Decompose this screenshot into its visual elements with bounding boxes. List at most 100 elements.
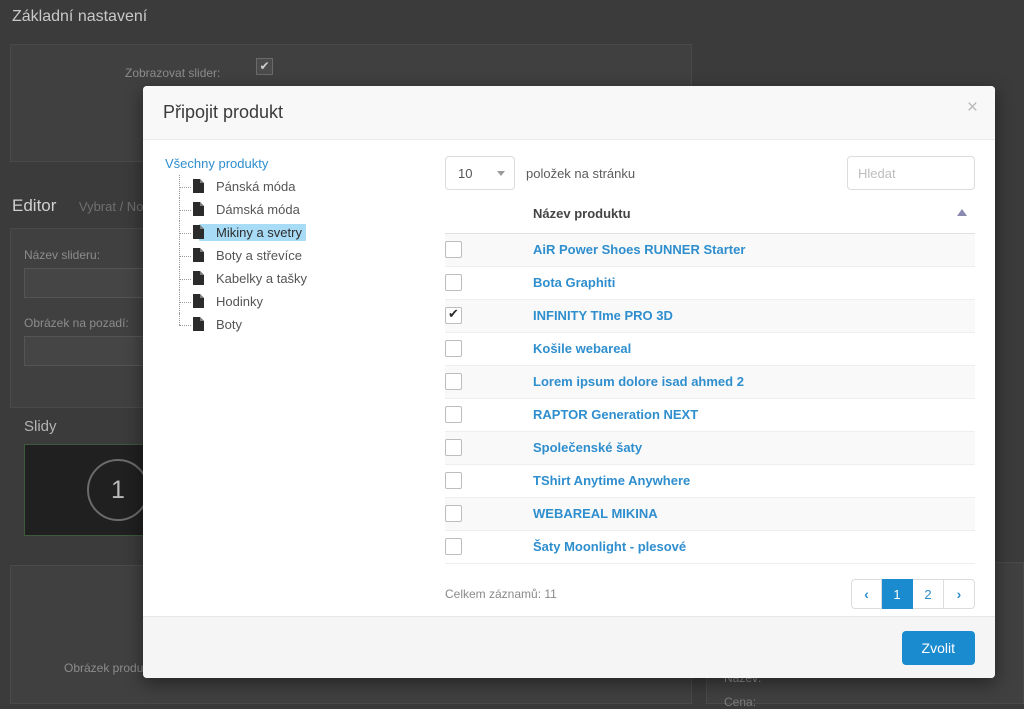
document-icon: [193, 317, 204, 331]
product-name-link[interactable]: TShirt Anytime Anywhere: [533, 473, 690, 488]
row-checkbox[interactable]: [445, 439, 462, 456]
row-checkbox-cell: [445, 498, 533, 531]
tree-item-label: Kabelky a tašky: [199, 271, 307, 286]
row-checkbox[interactable]: [445, 340, 462, 357]
row-checkbox[interactable]: [445, 538, 462, 555]
tree-item-label: Hodinky: [199, 294, 263, 309]
table-row[interactable]: RAPTOR Generation NEXT: [445, 399, 975, 432]
row-checkbox[interactable]: [445, 241, 462, 258]
row-name-cell: WEBAREAL MIKINA: [533, 498, 975, 531]
sort-ascending-icon[interactable]: [957, 209, 967, 216]
product-name-link[interactable]: Bota Graphiti: [533, 275, 615, 290]
row-checkbox-cell: [445, 531, 533, 564]
column-header-product-name[interactable]: Název produktu: [533, 206, 975, 234]
table-row[interactable]: Košile webareal: [445, 333, 975, 366]
table-row[interactable]: Bota Graphiti: [445, 267, 975, 300]
document-icon: [193, 271, 204, 285]
product-name-link[interactable]: RAPTOR Generation NEXT: [533, 407, 698, 422]
attach-product-dialog: Připojit produkt × Všechny produkty Páns…: [143, 86, 995, 678]
product-name-link[interactable]: Košile webareal: [533, 341, 631, 356]
tree-item-label: Boty a střevíce: [199, 248, 302, 263]
show-slider-checkbox[interactable]: ✔: [256, 58, 273, 75]
page-title: Základní nastavení: [12, 8, 147, 26]
tree-item[interactable]: Boty a střevíce: [173, 244, 445, 267]
editor-title: Editor: [12, 196, 56, 216]
table-row[interactable]: TShirt Anytime Anywhere: [445, 465, 975, 498]
slides-label: Slidy: [24, 418, 57, 435]
tree-item-label: Mikiny a svetry: [199, 224, 306, 241]
row-name-cell: Společenské šaty: [533, 432, 975, 465]
tree-list: Pánská móda Dámská móda Mikiny a svetry Bot…: [163, 175, 445, 336]
row-checkbox-cell: [445, 267, 533, 300]
document-icon: [193, 225, 204, 239]
dialog-header: Připojit produkt ×: [143, 86, 995, 140]
product-name-link[interactable]: WEBAREAL MIKINA: [533, 506, 658, 521]
product-list-pane: 10 položek na stránku Název produktu: [445, 154, 975, 616]
table-row[interactable]: Společenské šaty: [445, 432, 975, 465]
tree-root-all-products[interactable]: Všechny produkty: [163, 156, 445, 171]
product-table: Název produktu AiR Power Shoes RUNNER St…: [445, 206, 975, 564]
total-records-label: Celkem záznamů: 11: [445, 587, 557, 601]
table-row[interactable]: Šaty Moonlight - plesové: [445, 531, 975, 564]
close-icon[interactable]: ×: [967, 98, 978, 117]
tree-item-label: Dámská móda: [199, 202, 300, 217]
editor-select-new-link[interactable]: Vybrat / No: [79, 199, 144, 214]
row-checkbox[interactable]: [445, 373, 462, 390]
tree-item[interactable]: Pánská móda: [173, 175, 445, 198]
row-name-cell: Lorem ipsum dolore isad ahmed 2: [533, 366, 975, 399]
product-image-label: Obrázek produ: [64, 661, 143, 675]
row-checkbox[interactable]: [445, 472, 462, 489]
pagination-page[interactable]: 1: [882, 579, 913, 609]
per-page-select[interactable]: 10: [445, 156, 515, 190]
product-name-link[interactable]: AiR Power Shoes RUNNER Starter: [533, 242, 745, 257]
tree-item[interactable]: Mikiny a svetry: [173, 221, 445, 244]
search-input[interactable]: [847, 156, 975, 190]
table-row[interactable]: INFINITY TIme PRO 3D: [445, 300, 975, 333]
column-header-checkbox: [445, 206, 533, 234]
chevron-left-icon: ‹: [864, 586, 869, 602]
row-checkbox-cell: [445, 300, 533, 333]
tree-item[interactable]: Hodinky: [173, 290, 445, 313]
row-checkbox-cell: [445, 366, 533, 399]
editor-bar: Editor Vybrat / No: [12, 196, 143, 216]
dialog-footer: Zvolit: [143, 616, 995, 678]
list-footer: Celkem záznamů: 11 ‹ 12›: [445, 564, 975, 612]
tree-item[interactable]: Boty: [173, 313, 445, 336]
row-name-cell: AiR Power Shoes RUNNER Starter: [533, 234, 975, 267]
row-checkbox-cell: [445, 399, 533, 432]
table-row[interactable]: WEBAREAL MIKINA: [445, 498, 975, 531]
table-row[interactable]: Lorem ipsum dolore isad ahmed 2: [445, 366, 975, 399]
dialog-title: Připojit produkt: [163, 102, 283, 123]
product-name-link[interactable]: Šaty Moonlight - plesové: [533, 539, 686, 554]
row-checkbox[interactable]: [445, 307, 462, 324]
product-name-link[interactable]: INFINITY TIme PRO 3D: [533, 308, 673, 323]
pagination-prev[interactable]: ‹: [851, 579, 882, 609]
list-toolbar: 10 položek na stránku: [445, 154, 975, 192]
row-name-cell: INFINITY TIme PRO 3D: [533, 300, 975, 333]
product-name-link[interactable]: Společenské šaty: [533, 440, 642, 455]
background-image-label: Obrázek na pozadí:: [24, 316, 129, 330]
tree-item[interactable]: Kabelky a tašky: [173, 267, 445, 290]
pagination-page[interactable]: 2: [913, 579, 944, 609]
chevron-down-icon: [497, 171, 505, 176]
product-price-label: Cena:: [724, 695, 756, 709]
row-checkbox[interactable]: [445, 505, 462, 522]
product-table-body: AiR Power Shoes RUNNER Starter Bota Graph…: [445, 234, 975, 564]
row-checkbox[interactable]: [445, 274, 462, 291]
pagination-next[interactable]: ›: [944, 579, 975, 609]
pagination-page-label: 1: [893, 587, 900, 602]
row-name-cell: TShirt Anytime Anywhere: [533, 465, 975, 498]
tree-item-label: Boty: [199, 317, 242, 332]
document-icon: [193, 202, 204, 216]
product-name-link[interactable]: Lorem ipsum dolore isad ahmed 2: [533, 374, 744, 389]
document-icon: [193, 179, 204, 193]
product-table-head: Název produktu: [445, 206, 975, 234]
slider-name-label: Název slideru:: [24, 248, 100, 262]
row-checkbox-cell: [445, 465, 533, 498]
row-checkbox[interactable]: [445, 406, 462, 423]
row-name-cell: Košile webareal: [533, 333, 975, 366]
confirm-select-button[interactable]: Zvolit: [902, 631, 975, 665]
table-row[interactable]: AiR Power Shoes RUNNER Starter: [445, 234, 975, 267]
row-name-cell: Šaty Moonlight - plesové: [533, 531, 975, 564]
tree-item[interactable]: Dámská móda: [173, 198, 445, 221]
